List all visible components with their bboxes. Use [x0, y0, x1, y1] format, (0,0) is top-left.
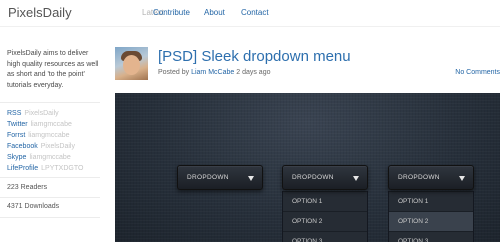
comments-link[interactable]: No Comments: [455, 69, 500, 76]
social-lifeprofile[interactable]: LifeProfile LPYTXDGTO: [7, 163, 83, 174]
social-handle[interactable]: liamgmccabe: [31, 121, 72, 128]
site-intro: PixelsDaily aims to deliver high quality…: [7, 50, 99, 89]
main-nav: Latest Contribute About Contact: [0, 8, 500, 20]
social-network-label[interactable]: Forrst: [7, 132, 25, 139]
social-handle[interactable]: PixelsDaily: [24, 110, 58, 117]
sidebar-divider: [0, 102, 100, 103]
social-network-label[interactable]: Facebook: [7, 143, 38, 150]
post-preview-image: DROPDOWN DROPDOWN OPTION 1 OPTION 2 OPTI…: [115, 93, 500, 242]
dropdown-menu: OPTION 1 OPTION 2 OPTION 3: [282, 191, 368, 242]
dropdown-header[interactable]: DROPDOWN: [177, 165, 263, 190]
social-skype[interactable]: Skype liamgmccabe: [7, 152, 83, 163]
post-title[interactable]: [PSD] Sleek dropdown menu: [158, 48, 351, 65]
social-forrst[interactable]: Forrst liamgmccabe: [7, 130, 83, 141]
dropdown-open-hover[interactable]: DROPDOWN OPTION 1 OPTION 2 OPTION 3: [388, 165, 474, 242]
dropdown-label: DROPDOWN: [398, 174, 440, 181]
dropdown-option[interactable]: OPTION 3: [283, 231, 367, 242]
dropdown-option[interactable]: OPTION 1: [283, 191, 367, 211]
dropdown-option-highlighted[interactable]: OPTION 2: [389, 211, 473, 231]
post-author-link[interactable]: Liam McCabe: [191, 69, 234, 76]
dropdown-header[interactable]: DROPDOWN: [282, 165, 368, 190]
author-avatar[interactable]: [115, 47, 148, 80]
social-rss[interactable]: RSS PixelsDaily: [7, 108, 83, 119]
social-facebook[interactable]: Facebook PixelsDaily: [7, 141, 83, 152]
social-network-label[interactable]: Skype: [7, 154, 26, 161]
social-handle[interactable]: liamgmccabe: [28, 132, 69, 139]
social-network-label[interactable]: Twitter: [7, 121, 28, 128]
dropdown-option[interactable]: OPTION 1: [389, 191, 473, 211]
dropdown-label: DROPDOWN: [292, 174, 334, 181]
sidebar-divider: [0, 177, 100, 178]
nav-contribute[interactable]: Contribute: [153, 8, 190, 17]
sidebar: PixelsDaily aims to deliver high quality…: [0, 27, 100, 242]
social-handle[interactable]: PixelsDaily: [41, 143, 75, 150]
caret-down-icon: [459, 176, 465, 181]
post-meta: Posted by Liam McCabe 2 days ago: [158, 69, 270, 76]
post-time: 2 days ago: [236, 69, 271, 76]
avatar-face: [123, 55, 140, 75]
sidebar-divider: [0, 197, 100, 198]
caret-down-icon: [353, 176, 359, 181]
meta-prefix: Posted by: [158, 69, 190, 76]
dropdown-menu: OPTION 1 OPTION 2 OPTION 3: [388, 191, 474, 242]
dropdown-closed[interactable]: DROPDOWN: [177, 165, 263, 190]
dropdown-open[interactable]: DROPDOWN OPTION 1 OPTION 2 OPTION 3: [282, 165, 368, 242]
social-handle[interactable]: LPYTXDGTO: [41, 165, 83, 172]
dropdown-label: DROPDOWN: [187, 174, 229, 181]
dropdown-option[interactable]: OPTION 3: [389, 231, 473, 242]
nav-about[interactable]: About: [204, 8, 225, 17]
nav-contact[interactable]: Contact: [241, 8, 269, 17]
downloads-count: 4371 Downloads: [7, 203, 60, 210]
readers-count: 223 Readers: [7, 184, 48, 191]
social-links: RSS PixelsDaily Twitter liamgmccabe Forrst…: [7, 108, 83, 174]
dropdown-option[interactable]: OPTION 2: [283, 211, 367, 231]
social-network-label[interactable]: RSS: [7, 110, 21, 117]
social-twitter[interactable]: Twitter liamgmccabe: [7, 119, 83, 130]
social-handle[interactable]: liamgmccabe: [29, 154, 70, 161]
sidebar-divider: [0, 217, 100, 218]
caret-down-icon: [248, 176, 254, 181]
social-network-label[interactable]: LifeProfile: [7, 165, 38, 172]
dropdown-header[interactable]: DROPDOWN: [388, 165, 474, 190]
